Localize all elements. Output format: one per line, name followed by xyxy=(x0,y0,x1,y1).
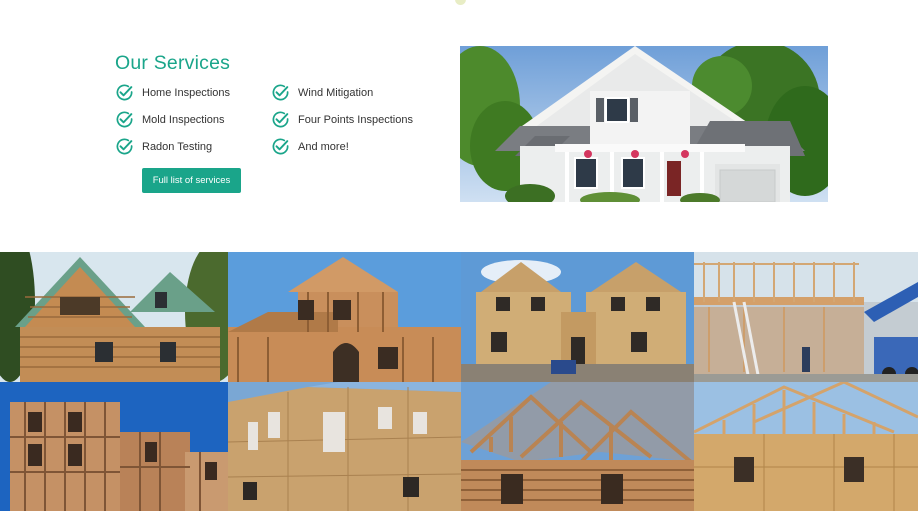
photo-multistory-framing xyxy=(0,382,228,511)
service-item-radon-testing: Radon Testing xyxy=(115,137,212,156)
full-services-button[interactable]: Full list of services xyxy=(142,168,241,193)
photo-log-house-trusses xyxy=(461,382,694,511)
service-item-label: Radon Testing xyxy=(142,140,213,153)
service-item-label: Four Points Inspections xyxy=(298,113,413,126)
check-circle-icon xyxy=(272,84,289,101)
check-circle-icon xyxy=(116,138,133,155)
check-circle-icon xyxy=(116,111,133,128)
photo-osb-building xyxy=(228,382,461,511)
service-item-and-more: And more! xyxy=(271,137,349,156)
construction-photo-grid xyxy=(0,252,918,511)
check-circle-icon xyxy=(272,138,289,155)
service-item-label: And more! xyxy=(298,140,349,153)
check-circle-icon xyxy=(116,84,133,101)
service-item-mold-inspections: Mold Inspections xyxy=(115,110,225,129)
photo-wood-frame-house xyxy=(228,252,461,382)
service-item-label: Wind Mitigation xyxy=(298,86,374,99)
service-item-label: Mold Inspections xyxy=(142,113,225,126)
service-item-home-inspections: Home Inspections xyxy=(115,83,230,102)
service-item-four-points: Four Points Inspections xyxy=(271,110,413,129)
service-item-wind-mitigation: Wind Mitigation xyxy=(271,83,373,102)
photo-framing-crane xyxy=(694,252,918,382)
service-item-label: Home Inspections xyxy=(142,86,231,99)
photo-osb-wall-roof-framing xyxy=(694,382,918,511)
check-circle-icon xyxy=(272,111,289,128)
photo-osb-houses xyxy=(461,252,694,382)
section-title: Our Services xyxy=(115,52,231,74)
photo-log-cabin xyxy=(0,252,228,382)
hero-house-photo xyxy=(460,46,828,202)
top-decoration xyxy=(455,0,466,5)
